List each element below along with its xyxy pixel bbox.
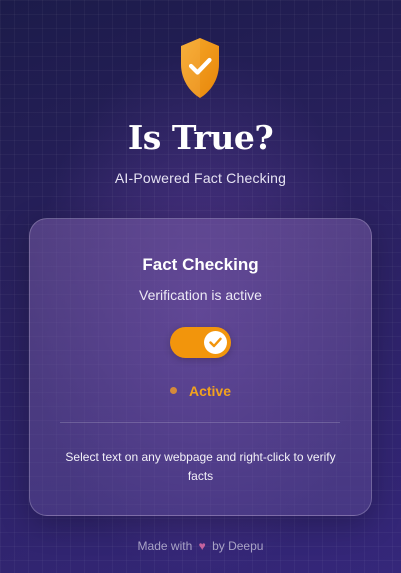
app-title: Is True? <box>127 118 274 157</box>
heart-icon: ♥ <box>198 539 206 553</box>
verification-toggle[interactable] <box>170 327 231 358</box>
footer-credit: by Deepu <box>212 539 264 553</box>
popup: Is True? AI-Powered Fact Checking Fact C… <box>0 0 401 573</box>
usage-hint: Select text on any webpage and right-cli… <box>65 450 336 483</box>
shield-check-icon <box>179 36 221 100</box>
footer-prefix: Made with <box>137 539 193 553</box>
toggle-knob <box>204 331 227 354</box>
verification-status-text: Verification is active <box>139 287 262 303</box>
card-title: Fact Checking <box>142 255 259 274</box>
divider <box>60 422 340 423</box>
fact-check-card: Fact Checking Verification is active Act… <box>29 218 372 516</box>
app-subtitle: AI-Powered Fact Checking <box>114 170 287 186</box>
footer: Made with ♥ by Deepu <box>0 539 401 553</box>
status-dot <box>169 386 177 394</box>
status-indicator: Active <box>30 383 371 399</box>
status-label: Active <box>188 383 232 399</box>
check-icon <box>209 337 222 348</box>
